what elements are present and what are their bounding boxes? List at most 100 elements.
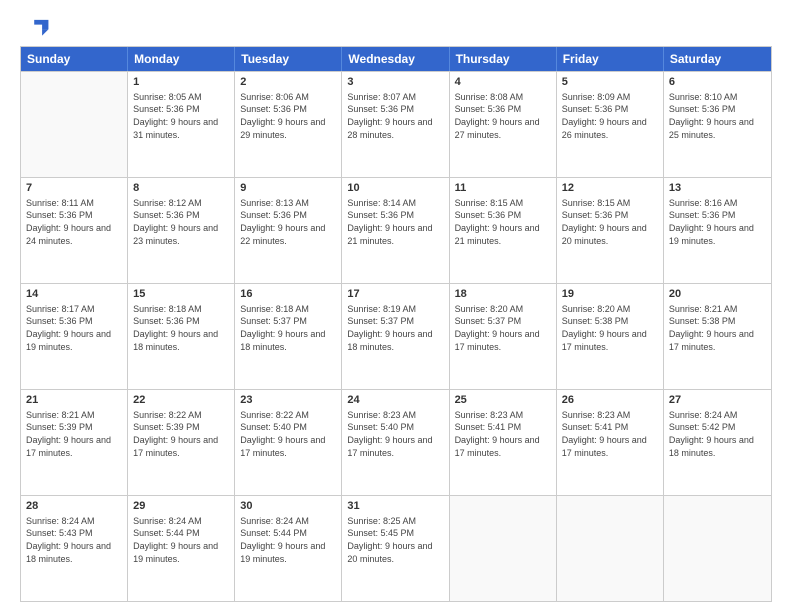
cell-info: Sunrise: 8:07 AMSunset: 5:36 PMDaylight:…: [347, 91, 443, 141]
day-number: 3: [347, 75, 443, 90]
day-number: 23: [240, 393, 336, 408]
day-number: 8: [133, 181, 229, 196]
cell-info: Sunrise: 8:24 AMSunset: 5:43 PMDaylight:…: [26, 515, 122, 565]
header-cell-monday: Monday: [128, 47, 235, 71]
calendar: SundayMondayTuesdayWednesdayThursdayFrid…: [20, 46, 772, 602]
calendar-cell: 6Sunrise: 8:10 AMSunset: 5:36 PMDaylight…: [664, 72, 771, 177]
cell-info: Sunrise: 8:11 AMSunset: 5:36 PMDaylight:…: [26, 197, 122, 247]
calendar-cell: 26Sunrise: 8:23 AMSunset: 5:41 PMDayligh…: [557, 390, 664, 495]
cell-info: Sunrise: 8:08 AMSunset: 5:36 PMDaylight:…: [455, 91, 551, 141]
cell-info: Sunrise: 8:14 AMSunset: 5:36 PMDaylight:…: [347, 197, 443, 247]
cell-info: Sunrise: 8:24 AMSunset: 5:44 PMDaylight:…: [240, 515, 336, 565]
cell-info: Sunrise: 8:13 AMSunset: 5:36 PMDaylight:…: [240, 197, 336, 247]
header-cell-friday: Friday: [557, 47, 664, 71]
calendar-cell: 5Sunrise: 8:09 AMSunset: 5:36 PMDaylight…: [557, 72, 664, 177]
header-cell-wednesday: Wednesday: [342, 47, 449, 71]
day-number: 25: [455, 393, 551, 408]
day-number: 2: [240, 75, 336, 90]
page: SundayMondayTuesdayWednesdayThursdayFrid…: [0, 0, 792, 612]
day-number: 4: [455, 75, 551, 90]
day-number: 27: [669, 393, 766, 408]
day-number: 18: [455, 287, 551, 302]
calendar-cell: 19Sunrise: 8:20 AMSunset: 5:38 PMDayligh…: [557, 284, 664, 389]
calendar-body: 1Sunrise: 8:05 AMSunset: 5:36 PMDaylight…: [21, 71, 771, 601]
header-cell-tuesday: Tuesday: [235, 47, 342, 71]
calendar-cell: 14Sunrise: 8:17 AMSunset: 5:36 PMDayligh…: [21, 284, 128, 389]
day-number: 19: [562, 287, 658, 302]
calendar-cell: 29Sunrise: 8:24 AMSunset: 5:44 PMDayligh…: [128, 496, 235, 601]
cell-info: Sunrise: 8:15 AMSunset: 5:36 PMDaylight:…: [455, 197, 551, 247]
cell-info: Sunrise: 8:18 AMSunset: 5:36 PMDaylight:…: [133, 303, 229, 353]
cell-info: Sunrise: 8:20 AMSunset: 5:38 PMDaylight:…: [562, 303, 658, 353]
header-cell-saturday: Saturday: [664, 47, 771, 71]
cell-info: Sunrise: 8:23 AMSunset: 5:40 PMDaylight:…: [347, 409, 443, 459]
calendar-cell: 11Sunrise: 8:15 AMSunset: 5:36 PMDayligh…: [450, 178, 557, 283]
day-number: 24: [347, 393, 443, 408]
cell-info: Sunrise: 8:24 AMSunset: 5:42 PMDaylight:…: [669, 409, 766, 459]
calendar-cell: 2Sunrise: 8:06 AMSunset: 5:36 PMDaylight…: [235, 72, 342, 177]
calendar-cell: 3Sunrise: 8:07 AMSunset: 5:36 PMDaylight…: [342, 72, 449, 177]
day-number: 30: [240, 499, 336, 514]
calendar-cell: 17Sunrise: 8:19 AMSunset: 5:37 PMDayligh…: [342, 284, 449, 389]
calendar-cell: 8Sunrise: 8:12 AMSunset: 5:36 PMDaylight…: [128, 178, 235, 283]
calendar-cell: 13Sunrise: 8:16 AMSunset: 5:36 PMDayligh…: [664, 178, 771, 283]
logo: [20, 18, 54, 36]
calendar-cell: 21Sunrise: 8:21 AMSunset: 5:39 PMDayligh…: [21, 390, 128, 495]
calendar-row-4: 28Sunrise: 8:24 AMSunset: 5:43 PMDayligh…: [21, 495, 771, 601]
calendar-cell: [557, 496, 664, 601]
calendar-cell: [21, 72, 128, 177]
calendar-cell: 9Sunrise: 8:13 AMSunset: 5:36 PMDaylight…: [235, 178, 342, 283]
cell-info: Sunrise: 8:23 AMSunset: 5:41 PMDaylight:…: [455, 409, 551, 459]
calendar-cell: 28Sunrise: 8:24 AMSunset: 5:43 PMDayligh…: [21, 496, 128, 601]
day-number: 16: [240, 287, 336, 302]
day-number: 22: [133, 393, 229, 408]
calendar-cell: 30Sunrise: 8:24 AMSunset: 5:44 PMDayligh…: [235, 496, 342, 601]
cell-info: Sunrise: 8:10 AMSunset: 5:36 PMDaylight:…: [669, 91, 766, 141]
cell-info: Sunrise: 8:15 AMSunset: 5:36 PMDaylight:…: [562, 197, 658, 247]
cell-info: Sunrise: 8:05 AMSunset: 5:36 PMDaylight:…: [133, 91, 229, 141]
calendar-row-1: 7Sunrise: 8:11 AMSunset: 5:36 PMDaylight…: [21, 177, 771, 283]
calendar-cell: 25Sunrise: 8:23 AMSunset: 5:41 PMDayligh…: [450, 390, 557, 495]
calendar-cell: 18Sunrise: 8:20 AMSunset: 5:37 PMDayligh…: [450, 284, 557, 389]
day-number: 17: [347, 287, 443, 302]
cell-info: Sunrise: 8:16 AMSunset: 5:36 PMDaylight:…: [669, 197, 766, 247]
calendar-row-3: 21Sunrise: 8:21 AMSunset: 5:39 PMDayligh…: [21, 389, 771, 495]
cell-info: Sunrise: 8:22 AMSunset: 5:40 PMDaylight:…: [240, 409, 336, 459]
logo-icon: [20, 18, 50, 36]
calendar-header: SundayMondayTuesdayWednesdayThursdayFrid…: [21, 47, 771, 71]
cell-info: Sunrise: 8:19 AMSunset: 5:37 PMDaylight:…: [347, 303, 443, 353]
calendar-cell: 23Sunrise: 8:22 AMSunset: 5:40 PMDayligh…: [235, 390, 342, 495]
cell-info: Sunrise: 8:20 AMSunset: 5:37 PMDaylight:…: [455, 303, 551, 353]
calendar-cell: 20Sunrise: 8:21 AMSunset: 5:38 PMDayligh…: [664, 284, 771, 389]
calendar-cell: 7Sunrise: 8:11 AMSunset: 5:36 PMDaylight…: [21, 178, 128, 283]
day-number: 26: [562, 393, 658, 408]
cell-info: Sunrise: 8:23 AMSunset: 5:41 PMDaylight:…: [562, 409, 658, 459]
header: [20, 18, 772, 36]
calendar-cell: 10Sunrise: 8:14 AMSunset: 5:36 PMDayligh…: [342, 178, 449, 283]
header-cell-thursday: Thursday: [450, 47, 557, 71]
cell-info: Sunrise: 8:18 AMSunset: 5:37 PMDaylight:…: [240, 303, 336, 353]
day-number: 31: [347, 499, 443, 514]
cell-info: Sunrise: 8:17 AMSunset: 5:36 PMDaylight:…: [26, 303, 122, 353]
cell-info: Sunrise: 8:21 AMSunset: 5:38 PMDaylight:…: [669, 303, 766, 353]
day-number: 13: [669, 181, 766, 196]
cell-info: Sunrise: 8:12 AMSunset: 5:36 PMDaylight:…: [133, 197, 229, 247]
cell-info: Sunrise: 8:24 AMSunset: 5:44 PMDaylight:…: [133, 515, 229, 565]
cell-info: Sunrise: 8:09 AMSunset: 5:36 PMDaylight:…: [562, 91, 658, 141]
day-number: 11: [455, 181, 551, 196]
cell-info: Sunrise: 8:25 AMSunset: 5:45 PMDaylight:…: [347, 515, 443, 565]
day-number: 10: [347, 181, 443, 196]
day-number: 9: [240, 181, 336, 196]
day-number: 14: [26, 287, 122, 302]
calendar-cell: 27Sunrise: 8:24 AMSunset: 5:42 PMDayligh…: [664, 390, 771, 495]
calendar-cell: [450, 496, 557, 601]
day-number: 1: [133, 75, 229, 90]
calendar-cell: [664, 496, 771, 601]
calendar-cell: 4Sunrise: 8:08 AMSunset: 5:36 PMDaylight…: [450, 72, 557, 177]
day-number: 12: [562, 181, 658, 196]
cell-info: Sunrise: 8:06 AMSunset: 5:36 PMDaylight:…: [240, 91, 336, 141]
day-number: 15: [133, 287, 229, 302]
day-number: 28: [26, 499, 122, 514]
calendar-cell: 31Sunrise: 8:25 AMSunset: 5:45 PMDayligh…: [342, 496, 449, 601]
day-number: 5: [562, 75, 658, 90]
